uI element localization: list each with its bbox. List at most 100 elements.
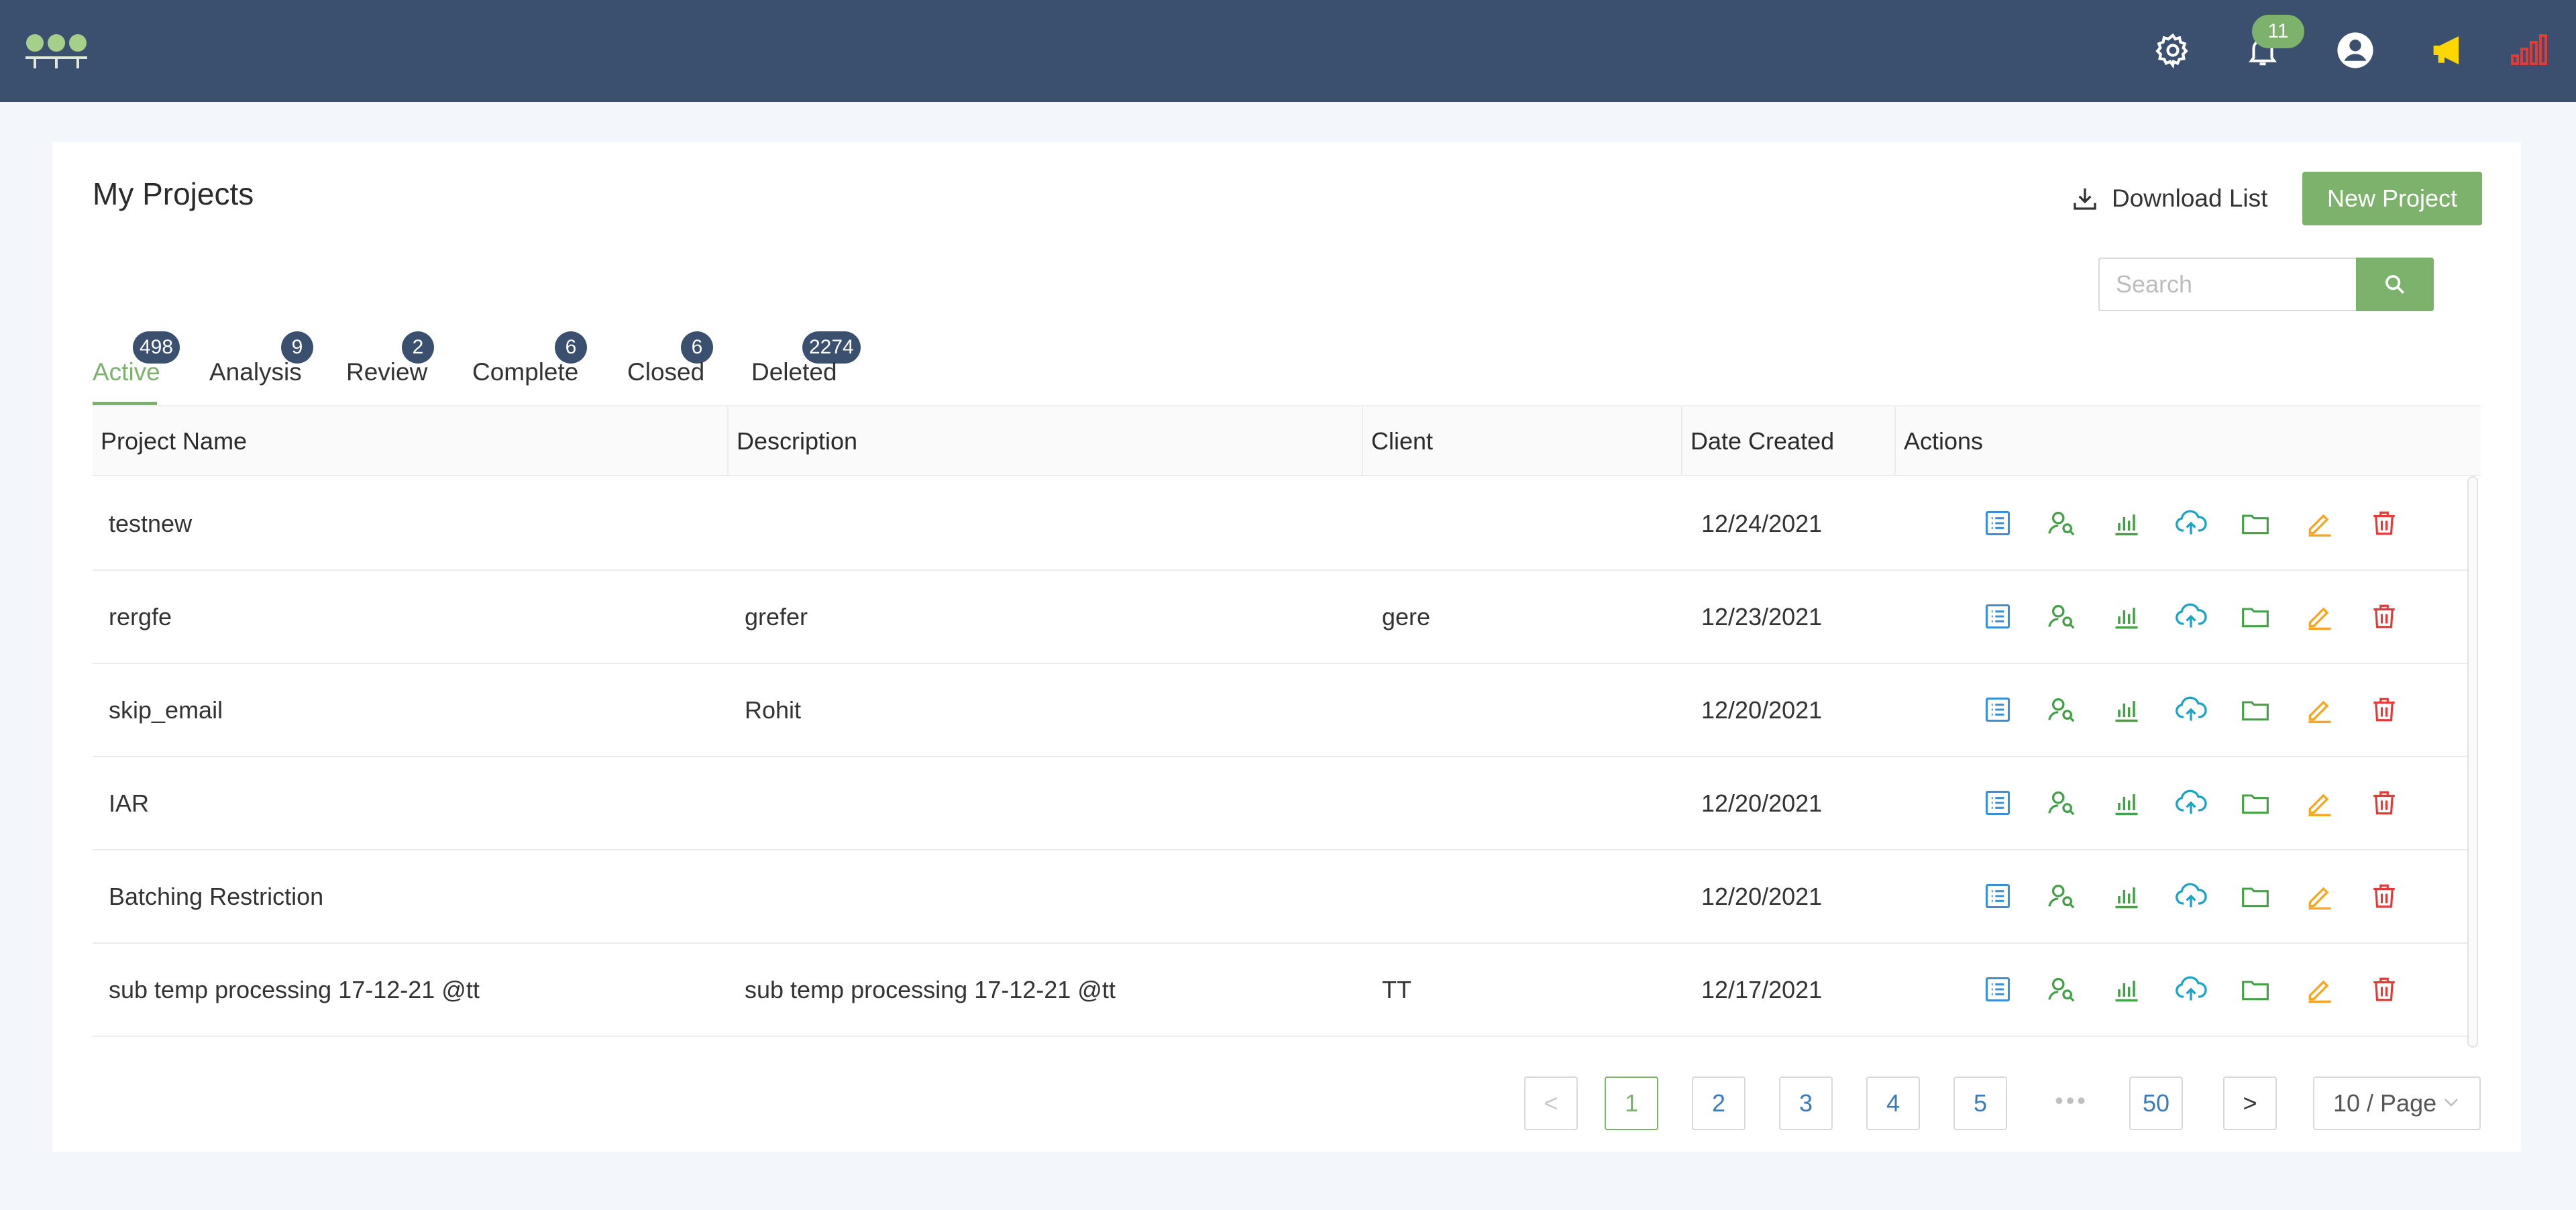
pagination-page-4[interactable]: 4 [1866,1077,1920,1130]
signal-bars-icon[interactable] [2505,27,2552,74]
pagination-ellipsis[interactable]: ••• [2045,1077,2098,1130]
user-search-icon[interactable] [2042,969,2082,1009]
row-actions [1978,969,2404,1009]
project-name-cell[interactable]: rergfe [109,571,172,663]
folder-icon[interactable] [2235,596,2275,637]
folder-icon[interactable] [2235,876,2275,916]
list-details-icon[interactable] [1978,690,2018,730]
trash-icon[interactable] [2364,876,2404,916]
search-button[interactable] [2356,258,2434,311]
tab-deleted[interactable]: 2274 Deleted [751,331,861,398]
download-list-button[interactable]: Download List [2072,172,2267,225]
cloud-upload-icon[interactable] [2171,876,2211,916]
folder-icon[interactable] [2235,969,2275,1009]
column-header-client[interactable]: Client [1362,406,1433,476]
cloud-upload-icon[interactable] [2171,690,2211,730]
row-actions [1978,596,2404,637]
user-search-icon[interactable] [2042,503,2082,543]
row-actions [1978,783,2404,823]
project-name-cell[interactable]: sub temp processing 17-12-21 @tt [109,944,480,1036]
cloud-upload-icon[interactable] [2171,596,2211,637]
cloud-upload-icon[interactable] [2171,503,2211,543]
user-search-icon[interactable] [2042,596,2082,637]
cloud-upload-icon[interactable] [2171,783,2211,823]
chevron-down-icon [2442,1078,2461,1146]
download-icon [2074,188,2096,210]
download-list-label: Download List [2112,184,2268,212]
pagination-page-2[interactable]: 2 [1692,1077,1746,1130]
pagination-page-last[interactable]: 50 [2129,1077,2183,1130]
project-name-cell[interactable]: skip_email [109,664,223,756]
edit-pencil-icon[interactable] [2300,969,2340,1009]
search-icon [2385,275,2405,294]
user-circle-icon[interactable] [2332,27,2379,74]
bar-chart-icon[interactable] [2106,690,2147,730]
tab-analysis[interactable]: 9 Analysis [209,331,313,398]
page-title: My Projects [93,176,254,211]
pagination-prev-button[interactable]: < [1524,1077,1578,1130]
page-size-select[interactable]: 10 / Page [2313,1077,2481,1130]
pagination-page-5[interactable]: 5 [1953,1077,2007,1130]
tab-review[interactable]: 2 Review [346,331,434,398]
pagination-page-1[interactable]: 1 [1605,1077,1658,1130]
list-details-icon[interactable] [1978,503,2018,543]
description-cell: Rohit [745,696,802,724]
edit-pencil-icon[interactable] [2300,876,2340,916]
trash-icon[interactable] [2364,783,2404,823]
table-row[interactable]: sub temp processing 17-12-21 @tt sub temp… [93,944,2467,1037]
tab-closed[interactable]: 6 Closed [627,331,713,398]
tab-complete[interactable]: 6 Complete [472,331,587,398]
table-row[interactable]: Batching Restriction 12/20/2021 [93,850,2467,944]
list-details-icon[interactable] [1978,783,2018,823]
trash-icon[interactable] [2364,969,2404,1009]
megaphone-icon[interactable] [2426,27,2473,74]
pagination-page-3[interactable]: 3 [1779,1077,1833,1130]
user-search-icon[interactable] [2042,690,2082,730]
search-input[interactable] [2098,258,2356,311]
tab-label: Review [346,358,428,386]
table-row[interactable]: IAR 12/20/2021 [93,757,2467,850]
logo-icon[interactable] [25,31,87,71]
list-details-icon[interactable] [1978,969,2018,1009]
folder-icon[interactable] [2235,783,2275,823]
edit-pencil-icon[interactable] [2300,596,2340,637]
list-details-icon[interactable] [1978,596,2018,637]
gear-icon[interactable] [2149,27,2196,74]
pagination-next-button[interactable]: > [2223,1077,2277,1130]
project-name-cell[interactable]: Batching Restriction [109,850,323,942]
bar-chart-icon[interactable] [2106,503,2147,543]
tab-label: Complete [472,358,579,386]
bar-chart-icon[interactable] [2106,969,2147,1009]
project-name-cell[interactable]: testnew [109,478,192,569]
table-scrollbar[interactable] [2467,476,2478,1048]
trash-icon[interactable] [2364,596,2404,637]
notification-count-badge: 11 [2252,15,2304,48]
trash-icon[interactable] [2364,503,2404,543]
edit-pencil-icon[interactable] [2300,690,2340,730]
column-header-date-created[interactable]: Date Created [1681,406,1834,476]
project-name-cell[interactable]: IAR [109,757,149,849]
client-cell: TT [1382,976,1411,1003]
bar-chart-icon[interactable] [2106,783,2147,823]
user-search-icon[interactable] [2042,783,2082,823]
cloud-upload-icon[interactable] [2171,969,2211,1009]
folder-icon[interactable] [2235,690,2275,730]
projects-card: My Projects Download List New Project 49… [52,142,2521,1152]
trash-icon[interactable] [2364,690,2404,730]
tab-active[interactable]: 498 Active [93,331,180,405]
tab-label: Closed [627,358,705,386]
bar-chart-icon[interactable] [2106,596,2147,637]
new-project-button[interactable]: New Project [2302,172,2482,225]
list-details-icon[interactable] [1978,876,2018,916]
column-header-project-name[interactable]: Project Name [93,406,247,476]
edit-pencil-icon[interactable] [2300,783,2340,823]
bar-chart-icon[interactable] [2106,876,2147,916]
folder-icon[interactable] [2235,503,2275,543]
table-row[interactable]: rergfe grefer gere 12/23/2021 [93,571,2467,664]
table-row[interactable]: testnew 12/24/2021 [93,478,2467,571]
tab-label: Deleted [751,358,837,386]
column-header-description[interactable]: Description [727,406,857,476]
user-search-icon[interactable] [2042,876,2082,916]
table-row[interactable]: skip_email Rohit 12/20/2021 [93,664,2467,757]
edit-pencil-icon[interactable] [2300,503,2340,543]
